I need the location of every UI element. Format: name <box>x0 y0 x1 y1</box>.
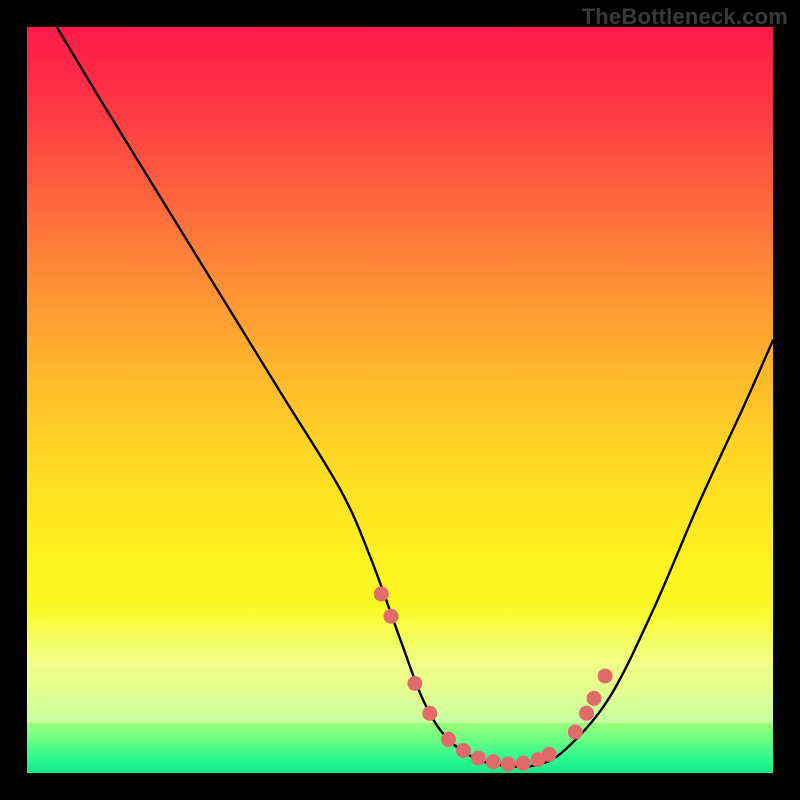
marker-dot <box>579 706 594 721</box>
marker-dot <box>501 757 516 772</box>
curve-markers <box>374 587 613 772</box>
marker-dot <box>516 756 531 771</box>
marker-dot <box>441 732 456 747</box>
chart-frame: TheBottleneck.com <box>0 0 800 800</box>
marker-dot <box>471 751 486 766</box>
marker-dot <box>542 747 557 762</box>
marker-dot <box>374 587 389 602</box>
marker-dot <box>407 676 422 691</box>
marker-dot <box>587 691 602 706</box>
marker-dot <box>598 669 613 684</box>
attribution-label: TheBottleneck.com <box>582 4 788 30</box>
curve-layer <box>27 27 773 773</box>
marker-dot <box>486 754 501 769</box>
marker-dot <box>384 609 399 624</box>
bottleneck-curve <box>57 27 773 767</box>
marker-dot <box>456 743 471 758</box>
marker-dot <box>568 725 583 740</box>
marker-dot <box>422 706 437 721</box>
